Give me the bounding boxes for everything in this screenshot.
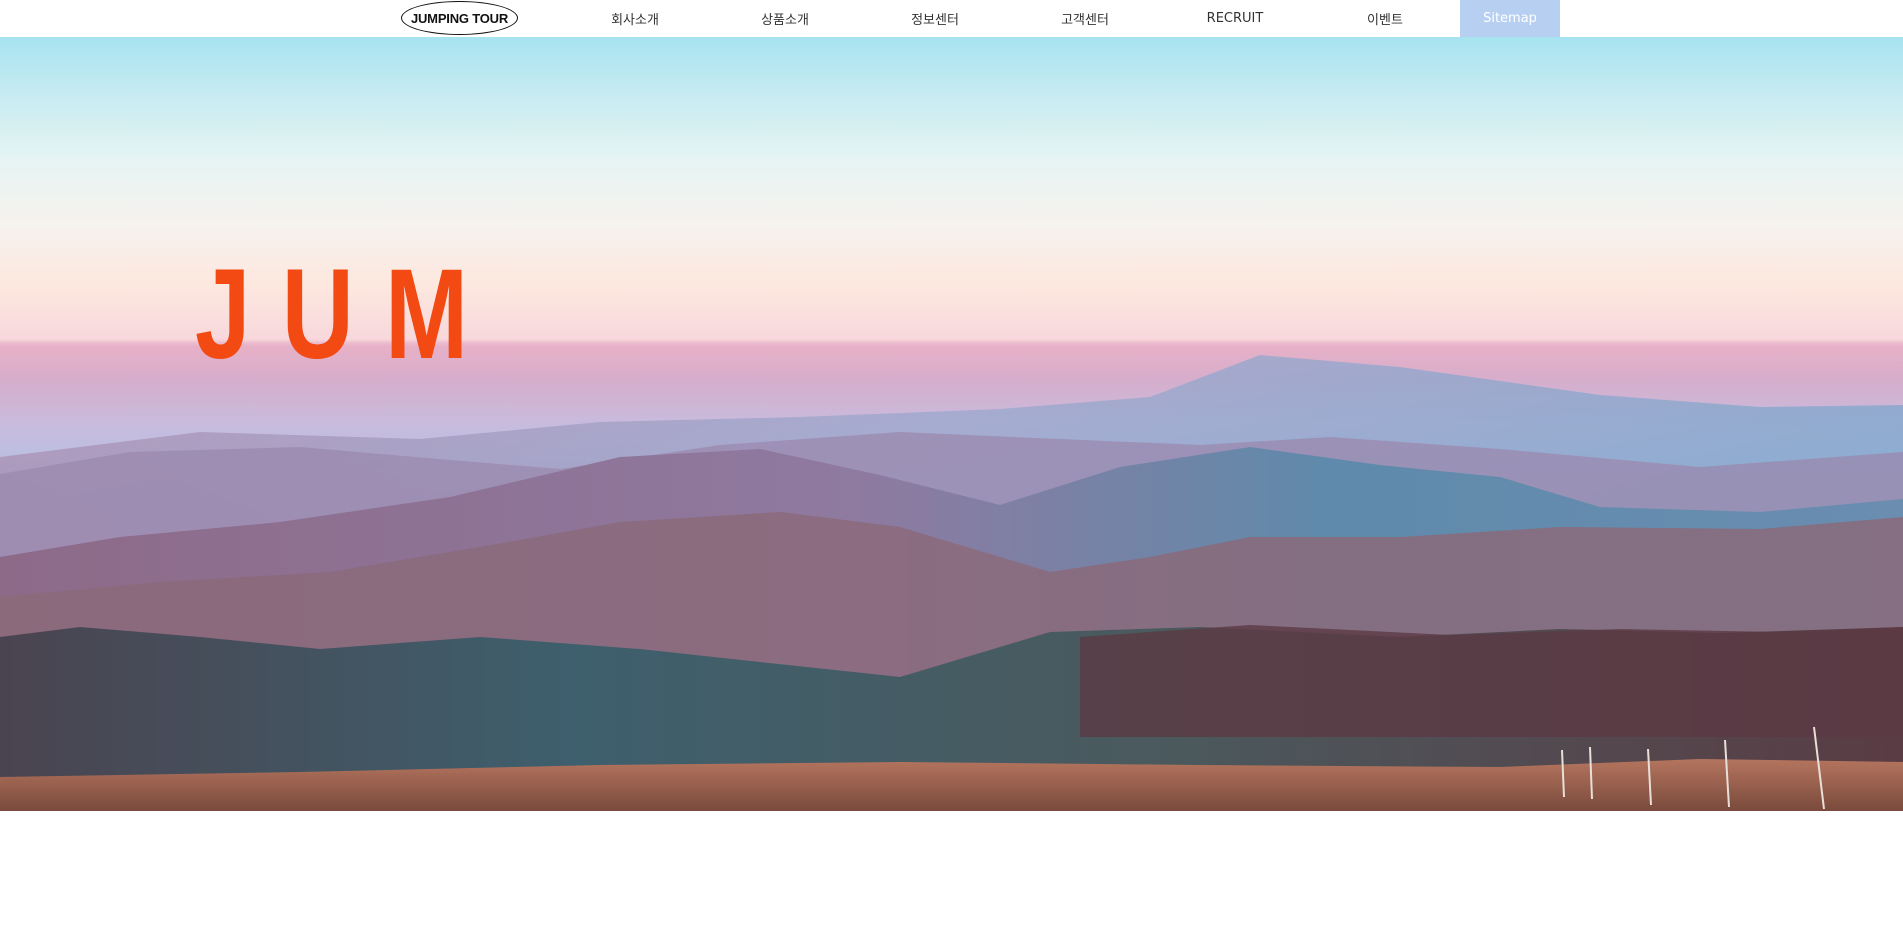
hero-headline-text: JUM bbox=[195, 243, 500, 386]
nav-item-info-center[interactable]: 정보센터 bbox=[860, 0, 1010, 37]
hero-headline: JUM bbox=[195, 251, 585, 379]
nav-item-recruit[interactable]: RECRUIT bbox=[1160, 0, 1310, 37]
top-header: JUMPING TOUR 회사소개 상품소개 정보센터 고객센터 RECRUIT… bbox=[0, 0, 1903, 37]
logo[interactable]: JUMPING TOUR bbox=[401, 1, 518, 35]
hero-banner: JUM bbox=[0, 37, 1903, 811]
nav-item-event[interactable]: 이벤트 bbox=[1310, 0, 1460, 37]
nav-item-company[interactable]: 회사소개 bbox=[560, 0, 710, 37]
nav-item-products[interactable]: 상품소개 bbox=[710, 0, 860, 37]
nav-item-customer-center[interactable]: 고객센터 bbox=[1010, 0, 1160, 37]
mountain-landscape-image bbox=[0, 342, 1903, 811]
logo-text: JUMPING TOUR bbox=[410, 10, 509, 26]
sitemap-button[interactable]: Sitemap bbox=[1460, 0, 1560, 37]
